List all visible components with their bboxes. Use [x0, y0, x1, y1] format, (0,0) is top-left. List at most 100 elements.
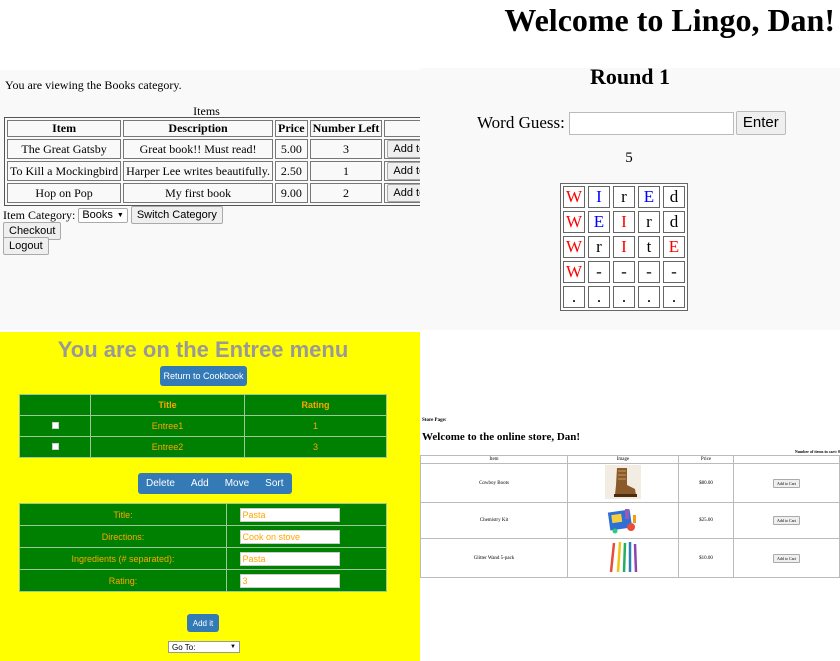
table-row: Hop on Pop My first book 9.00 2 Add to C… — [7, 183, 420, 203]
recipe-checkbox[interactable] — [51, 443, 59, 450]
lingo-letter-grid: WIrEdWEIrdWrItEW----..... — [560, 183, 688, 311]
enter-button[interactable]: Enter — [735, 111, 786, 135]
store-welcome-heading: Welcome to the online store, Dan! — [422, 431, 581, 443]
add-to-cart-button[interactable]: Add to Cart — [773, 516, 800, 525]
rating-label: Rating: — [19, 569, 227, 592]
item-name: To Kill a Mockingbird — [7, 161, 122, 181]
letter-cell: . — [663, 286, 685, 308]
category-select[interactable]: Books ▼ — [78, 207, 128, 223]
title-cell: Pasta — [226, 503, 387, 526]
books-table: Item Description Price Number Left The G… — [4, 117, 420, 206]
form-row: Rating: 3 — [19, 569, 387, 592]
letter-cell: E — [663, 236, 685, 258]
recipe-checkbox[interactable] — [51, 422, 59, 429]
letter-cell: W — [563, 261, 585, 283]
item-name: Hop on Pop — [7, 183, 122, 203]
header-number-left: Number Left — [309, 120, 383, 137]
products-header: Item Image Price — [420, 455, 840, 464]
product-name: Cowboy Boots — [420, 463, 568, 503]
word-guess-input[interactable] — [568, 111, 734, 135]
table-row: The Great Gatsby Great book!! Must read!… — [7, 139, 420, 159]
add-to-cart-cell: Add to Cart — [733, 502, 840, 539]
select-cell — [19, 415, 91, 437]
return-to-cookbook-button[interactable]: Return to Cookbook — [160, 366, 247, 386]
ingredients-label: Ingredients (# separated): — [19, 547, 227, 570]
directions-label: Directions: — [19, 525, 227, 548]
letter-cell: I — [613, 211, 635, 233]
table-row: Glitter Wand 5-pack $10.00 Add to Cart — [420, 538, 840, 578]
item-number-left: 1 — [309, 161, 383, 181]
add-to-cart-button[interactable]: Add to Cart — [387, 140, 420, 158]
item-description: My first book — [123, 183, 273, 203]
product-image-cell — [567, 463, 679, 503]
recipe-title: Entree1 — [90, 415, 245, 437]
product-price: $10.00 — [678, 538, 734, 578]
go-to-select[interactable]: Go To: ▼ — [168, 641, 240, 653]
chemistry-kit-image — [607, 508, 636, 533]
rating-input[interactable]: 3 — [239, 573, 340, 588]
letter-cell: t — [638, 236, 660, 258]
products-table: Item Image Price Cowboy Boots $80.00 Add… — [420, 455, 840, 578]
welcome-heading: Welcome to Lingo, Dan! — [504, 2, 835, 38]
boot-image — [605, 465, 641, 499]
letter-cell: I — [588, 186, 610, 208]
title-input[interactable]: Pasta — [239, 507, 340, 522]
letter-cell: I — [613, 236, 635, 258]
directions-input[interactable]: Cook on stove — [239, 529, 340, 544]
add-to-cart-button[interactable]: Add to Cart — [387, 162, 420, 180]
recipe-title: Entree2 — [90, 436, 245, 458]
letter-cell: . — [588, 286, 610, 308]
table-row: Chemistry Kit $25.00 Add to Cart — [420, 502, 840, 539]
recipe-rating: 3 — [244, 436, 387, 458]
category-view-text: You are viewing the Books category. — [5, 78, 182, 92]
item-price: 5.00 — [274, 139, 308, 159]
letter-cell: d — [663, 186, 685, 208]
logout-button[interactable]: Logout — [3, 237, 49, 255]
glitter-wand-image — [609, 541, 638, 573]
add-to-cart-button[interactable]: Add to Cart — [387, 184, 420, 202]
letter-cell: W — [563, 211, 585, 233]
add-it-button[interactable]: Add it — [187, 614, 219, 632]
letter-cell: E — [638, 186, 660, 208]
switch-category-button[interactable]: Switch Category — [130, 206, 223, 224]
form-row: Title: Pasta — [19, 503, 387, 526]
letter-cell: . — [638, 286, 660, 308]
add-to-cart-cell: Add to Cart — [384, 161, 420, 181]
add-to-cart-button[interactable]: Add to Cart — [773, 553, 800, 563]
header-select — [19, 394, 91, 416]
chevron-down-icon: ▼ — [230, 644, 236, 650]
delete-button[interactable]: Delete — [138, 473, 183, 494]
sort-button[interactable]: Sort — [257, 473, 292, 494]
letter-cell: - — [588, 261, 610, 283]
add-to-cart-button[interactable]: Add to Cart — [773, 478, 800, 488]
table-row: Entree2 3 — [19, 436, 387, 458]
letter-cell: . — [563, 286, 585, 308]
product-image-cell — [567, 502, 679, 539]
rating-cell: 3 — [226, 569, 387, 592]
move-button[interactable]: Move — [216, 473, 258, 494]
category-select-value: Books — [82, 208, 113, 221]
books-store-panel: You are viewing the Books category. Item… — [0, 0, 420, 330]
header-description: Description — [123, 120, 273, 137]
letter-cell: r — [613, 186, 635, 208]
table-row: To Kill a Mockingbird Harper Lee writes … — [7, 161, 420, 181]
product-name: Chemistry Kit — [420, 502, 568, 539]
letter-cell: r — [588, 236, 610, 258]
add-button[interactable]: Add — [182, 473, 217, 494]
letter-cell: E — [588, 211, 610, 233]
letter-cell: - — [613, 261, 635, 283]
product-name: Glitter Wand 5-pack — [420, 538, 568, 578]
action-button-group: Delete Add Move Sort — [138, 473, 292, 494]
recipe-form: Title: Pasta Directions: Cook on stove I… — [19, 503, 387, 592]
cookbook-panel: You are on the Entree menu Return to Coo… — [0, 332, 420, 661]
chevron-down-icon: ▼ — [116, 211, 124, 219]
books-table-header: Item Description Price Number Left — [7, 120, 420, 137]
item-price: 2.50 — [274, 161, 308, 181]
ingredients-input[interactable]: Pasta — [239, 551, 340, 566]
online-store-panel: Store Page: Welcome to the online store,… — [420, 332, 840, 661]
guesses-remaining: 5 — [625, 150, 633, 166]
item-number-left: 2 — [309, 183, 383, 203]
guess-row: Word Guess: Enter — [477, 111, 786, 135]
recipes-table: Title Rating Entree1 1 Entree2 3 — [19, 394, 387, 458]
title-label: Title: — [19, 503, 227, 526]
